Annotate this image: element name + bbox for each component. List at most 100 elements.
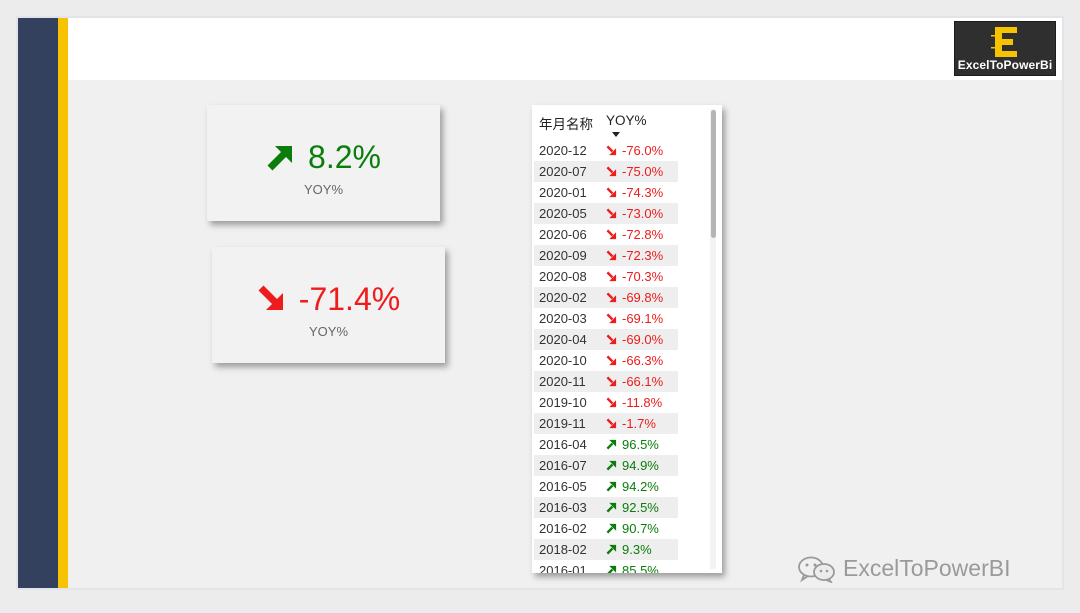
arrow-up-right-icon — [267, 146, 293, 171]
arrow-up-right-icon — [606, 439, 617, 450]
cell-yoy: 96.5% — [606, 434, 659, 455]
cell-year-month: 2016-02 — [539, 521, 587, 536]
cell-year-month: 2020-04 — [539, 332, 587, 347]
table-row[interactable]: 2016-05 94.2% — [534, 476, 678, 497]
cell-yoy: 92.5% — [606, 497, 659, 518]
cell-year-month: 2020-06 — [539, 227, 587, 242]
table-row[interactable]: 2016-04 96.5% — [534, 434, 678, 455]
table-row[interactable]: 2020-03 -69.1% — [534, 308, 678, 329]
kpi-value-text: -71.4% — [298, 281, 401, 317]
cell-yoy-value: 90.7% — [622, 521, 659, 536]
cell-year-month: 2020-03 — [539, 311, 587, 326]
arrow-down-right-icon — [606, 313, 617, 324]
arrow-up-right-icon — [606, 544, 617, 555]
table-row[interactable]: 2020-04 -69.0% — [534, 329, 678, 350]
arrow-up-right-icon — [607, 565, 617, 573]
arrow-down-right-icon — [606, 376, 617, 387]
cell-year-month: 2020-12 — [539, 143, 587, 158]
table-row[interactable]: 2020-07 -75.0% — [534, 161, 678, 182]
arrow-down-right-icon — [606, 292, 617, 303]
cell-year-month: 2019-10 — [539, 395, 587, 410]
table-row[interactable]: 2016-02 90.7% — [534, 518, 678, 539]
arrow-up-right-icon — [606, 502, 617, 513]
cell-yoy: -72.3% — [606, 245, 663, 266]
kpi-value: -71.4% — [257, 281, 400, 317]
kpi-value-text: 8.2% — [308, 139, 381, 175]
cell-year-month: 2018-02 — [539, 542, 587, 557]
arrow-down-right-icon — [606, 166, 617, 177]
cell-yoy-value: 94.2% — [622, 479, 659, 494]
table-row[interactable]: 2020-01 -74.3% — [534, 182, 678, 203]
cell-year-month: 2016-05 — [539, 479, 587, 494]
cell-yoy-value: -66.1% — [622, 374, 664, 389]
cell-year-month: 2020-10 — [539, 353, 587, 368]
arrow-down-right-icon — [606, 145, 617, 156]
yoy-table[interactable]: 年月名称 YOY% 2020-12 -76.0% 2020-07 -75.0% 2020… — [532, 105, 722, 573]
cell-yoy: -70.3% — [606, 266, 663, 287]
cell-yoy: -73.0% — [606, 203, 663, 224]
table-row[interactable]: 2019-11 -1.7% — [534, 413, 678, 434]
table-row[interactable]: 2020-11 -66.1% — [534, 371, 678, 392]
sidebar-yellow-stripe — [58, 18, 68, 588]
arrow-down-right-icon — [606, 271, 617, 282]
table-row[interactable]: 2016-01 85.5% — [534, 560, 678, 573]
arrow-down-right-icon — [606, 334, 617, 345]
cell-yoy: -66.1% — [606, 371, 663, 392]
table-row[interactable]: 2020-05 -73.0% — [534, 203, 678, 224]
cell-yoy: -74.3% — [606, 182, 663, 203]
table-row[interactable]: 2016-03 92.5% — [534, 497, 678, 518]
kpi-value: 8.2% — [266, 139, 381, 175]
column-header-yoy[interactable]: YOY% — [606, 113, 647, 128]
scrollbar-thumb[interactable] — [711, 110, 716, 238]
arrow-down-right-icon — [606, 229, 617, 240]
cell-yoy-value: 96.5% — [622, 437, 659, 452]
cell-yoy: -1.7% — [606, 413, 656, 434]
table-row[interactable]: 2020-09 -72.3% — [534, 245, 678, 266]
cell-year-month: 2020-07 — [539, 164, 587, 179]
cell-yoy: 94.9% — [606, 455, 659, 476]
sidebar-navy-stripe — [18, 18, 58, 588]
table-row[interactable]: 2020-02 -69.8% — [534, 287, 678, 308]
e-logo-icon — [991, 27, 1017, 57]
cell-year-month: 2016-03 — [539, 500, 587, 515]
cell-yoy: 85.5% — [606, 560, 659, 573]
arrow-down-right-icon — [606, 208, 617, 219]
table-row[interactable]: 2020-12 -76.0% — [534, 140, 678, 161]
table-row[interactable]: 2019-10 -11.8% — [534, 392, 678, 413]
cell-yoy: -72.8% — [606, 224, 663, 245]
kpi-card-yoy-total[interactable]: 8.2% YOY% — [207, 105, 440, 221]
report-header — [68, 18, 1062, 80]
arrow-down-right-icon — [606, 187, 617, 198]
watermark-text: ExcelToPowerBI — [843, 555, 1011, 581]
cell-yoy: 90.7% — [606, 518, 659, 539]
kpi-label: YOY% — [303, 182, 343, 197]
brand-logo: ExcelToPowerBi — [954, 21, 1056, 76]
logo-text: ExcelToPowerBi — [957, 58, 1053, 72]
cell-year-month: 2020-01 — [539, 185, 587, 200]
column-header-year-month[interactable]: 年月名称 — [539, 113, 593, 133]
cell-yoy-value: -72.8% — [622, 227, 664, 242]
table-row[interactable]: 2020-10 -66.3% — [534, 350, 678, 371]
kpi-label: YOY% — [308, 324, 348, 339]
table-row[interactable]: 2018-02 9.3% — [534, 539, 678, 560]
table-header: 年月名称 YOY% — [539, 113, 679, 137]
cell-year-month: 2020-09 — [539, 248, 587, 263]
arrow-down-right-icon — [258, 285, 283, 310]
kpi-card-yoy-min[interactable]: -71.4% YOY% — [212, 247, 445, 363]
arrow-down-right-icon — [606, 355, 617, 366]
table-row[interactable]: 2016-07 94.9% — [534, 455, 678, 476]
cell-yoy-value: 94.9% — [622, 458, 659, 473]
arrow-down-right-icon — [606, 250, 617, 261]
cell-yoy: 94.2% — [606, 476, 659, 497]
sort-desc-icon[interactable] — [612, 132, 620, 137]
cell-yoy: -11.8% — [606, 392, 662, 413]
arrow-up-right-icon — [606, 523, 617, 534]
cell-year-month: 2020-08 — [539, 269, 587, 284]
table-row[interactable]: 2020-08 -70.3% — [534, 266, 678, 287]
table-row[interactable]: 2020-06 -72.8% — [534, 224, 678, 245]
cell-year-month: 2020-02 — [539, 290, 587, 305]
cell-yoy-value: -72.3% — [622, 248, 664, 263]
cell-yoy-value: -69.8% — [622, 290, 664, 305]
cell-yoy: -69.1% — [606, 308, 663, 329]
cell-yoy: -75.0% — [606, 161, 663, 182]
